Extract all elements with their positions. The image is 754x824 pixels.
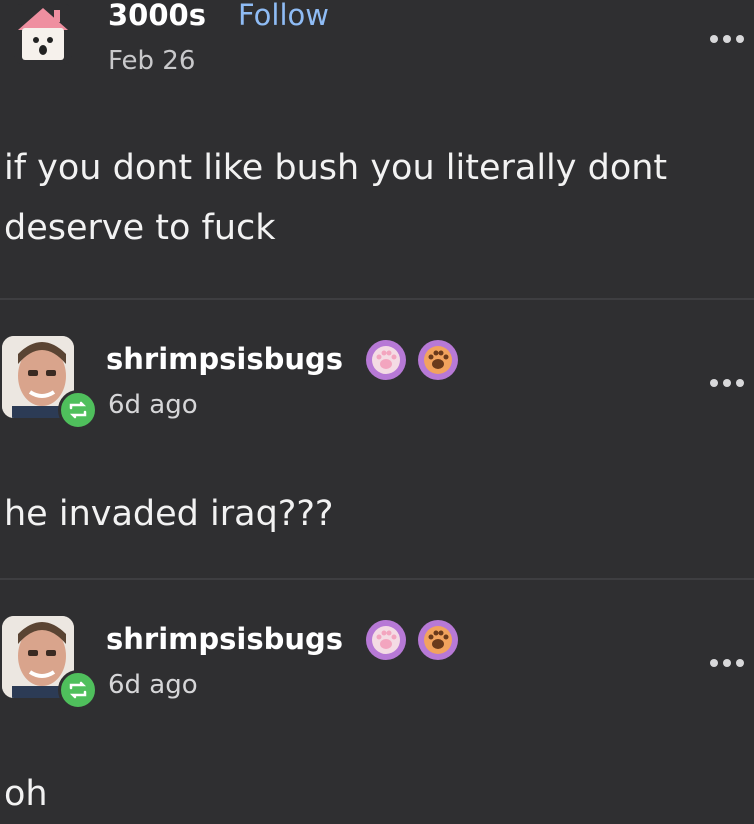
reply-username[interactable]: shrimpsisbugs — [106, 342, 343, 376]
reply-time: 6d ago — [108, 670, 198, 700]
house-avatar-icon[interactable] — [14, 4, 72, 64]
reply-time: 6d ago — [108, 390, 198, 420]
reblog-icon — [58, 670, 98, 710]
paw-badge-orange-icon — [418, 620, 458, 660]
more-options-icon[interactable] — [710, 372, 754, 392]
post-username[interactable]: 3000s — [108, 0, 206, 32]
reply-body: he invaded iraq??? — [4, 494, 334, 534]
reply-username[interactable]: shrimpsisbugs — [106, 622, 343, 656]
paw-badge-orange-icon — [418, 340, 458, 380]
paw-badge-pink-icon — [366, 620, 406, 660]
post-body-line-1: if you dont like bush you literally dont — [4, 148, 668, 188]
reply-body: oh — [4, 774, 48, 814]
reblog-icon — [58, 390, 98, 430]
more-options-icon[interactable] — [710, 28, 754, 48]
post-body-line-2: deserve to fuck — [4, 208, 276, 248]
reply-post: shrimpsisbugs 6d ago oh — [0, 580, 754, 820]
post-date: Feb 26 — [108, 46, 196, 76]
original-post: 3000s Follow Feb 26 if you dont like bus… — [0, 0, 754, 300]
paw-badge-pink-icon — [366, 340, 406, 380]
reply-post: shrimpsisbugs 6d ago he invaded iraq??? — [0, 300, 754, 580]
follow-button[interactable]: Follow — [238, 0, 329, 32]
post-body: if you dont like bush you literally dont… — [4, 138, 667, 258]
more-options-icon[interactable] — [710, 652, 754, 672]
